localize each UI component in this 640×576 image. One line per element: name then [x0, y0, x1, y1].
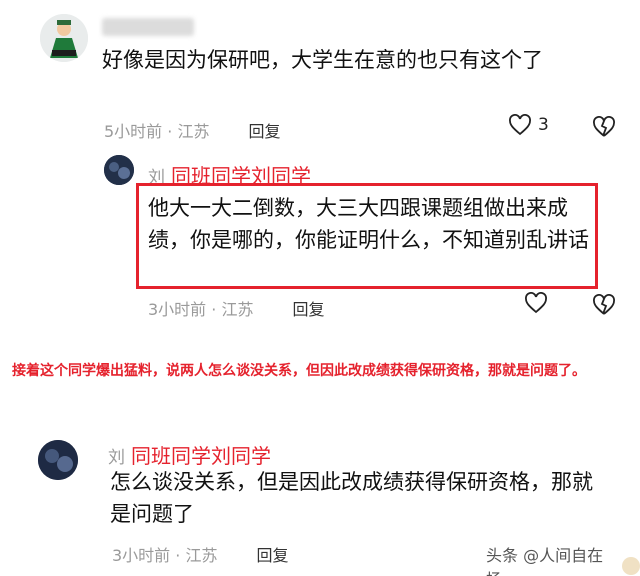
like-button[interactable]: [524, 292, 548, 314]
avatar[interactable]: [40, 14, 88, 62]
comment-meta: 3小时前 · 江苏 回复: [112, 542, 289, 566]
author-label: 同班同学刘同学: [131, 444, 271, 468]
reply-button[interactable]: 回复: [293, 300, 325, 319]
time-location: 3小时前 · 江苏: [148, 300, 254, 319]
heart-icon: [525, 292, 547, 314]
comment-meta: 3小时前 · 江苏 回复: [148, 296, 325, 320]
time-location: 3小时前 · 江苏: [112, 546, 218, 565]
avatar-pattern-icon: [104, 155, 134, 185]
heart-icon: [509, 114, 531, 136]
author-surname: 刘: [108, 448, 125, 468]
avatar[interactable]: [104, 155, 134, 185]
like-button[interactable]: 3: [508, 114, 549, 136]
watermark: 头条 @人间自在扬: [486, 542, 640, 576]
watermark-text: 头条 @人间自在扬: [486, 546, 604, 576]
avatar-pattern-icon: [38, 440, 78, 480]
comment-text: 好像是因为保研吧，大学生在意的也只有这个了: [102, 48, 543, 72]
comment-meta: 5小时前 · 江苏 回复: [104, 118, 281, 142]
avatar-figure-icon: [40, 14, 88, 62]
blurred-username: [102, 18, 194, 36]
like-count: 3: [538, 115, 549, 135]
watermark-avatar-icon: [622, 557, 640, 575]
reply-button[interactable]: 回复: [249, 122, 281, 141]
time-location: 5小时前 · 江苏: [104, 122, 210, 141]
comment-author: 刘 同班同学刘同学: [108, 440, 271, 469]
broken-heart-icon[interactable]: [592, 116, 616, 138]
broken-heart-icon[interactable]: [592, 294, 616, 316]
reply-button[interactable]: 回复: [257, 546, 289, 565]
comment-text: 怎么谈没关系，但是因此改成绩获得保研资格，那就是问题了: [110, 470, 593, 526]
comment-text: 他大一大二倒数，大三大四跟课题组做出来成绩，你是哪的，你能证明什么，不知道别乱讲…: [148, 196, 589, 252]
editor-note: 接着这个同学爆出猛料，说两人怎么谈没关系，但因此改成绩获得保研资格，那就是问题了…: [12, 363, 586, 379]
avatar[interactable]: [38, 440, 78, 480]
